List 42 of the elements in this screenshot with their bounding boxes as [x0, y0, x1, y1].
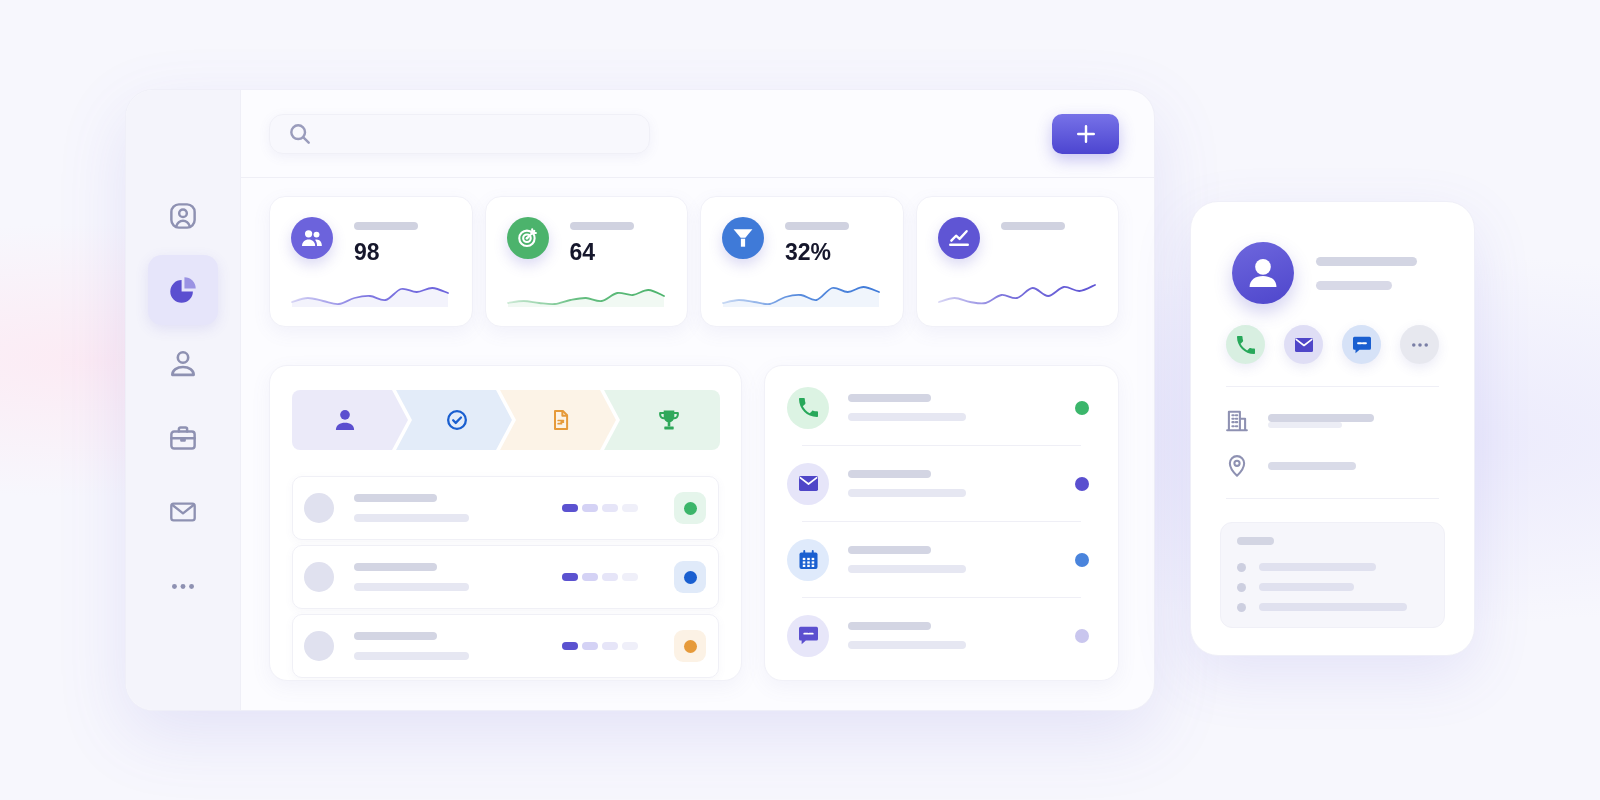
- avatar-icon: [304, 562, 334, 592]
- plus-icon: [1076, 124, 1095, 143]
- building-icon: [1226, 410, 1248, 432]
- map-pin-icon: [1226, 455, 1248, 477]
- deal-row[interactable]: [292, 476, 719, 540]
- deal-row[interactable]: [292, 614, 719, 678]
- pie-chart-icon: [170, 277, 196, 303]
- bullet-icon: [1237, 602, 1246, 612]
- chat-button[interactable]: [1342, 325, 1381, 364]
- sidebar-item[interactable]: [172, 583, 194, 589]
- mail-icon: [170, 499, 196, 525]
- pipeline-stage[interactable]: [396, 390, 512, 450]
- deal-row[interactable]: [292, 545, 719, 609]
- sidebar-item[interactable]: [170, 203, 196, 229]
- chat-icon: [787, 614, 829, 657]
- stat-value: 98: [354, 238, 381, 266]
- avatar-icon: [304, 631, 334, 661]
- search-icon: [290, 123, 310, 144]
- briefcase-icon: [170, 425, 196, 451]
- stat-value: 32%: [785, 238, 833, 266]
- bullet-icon: [1237, 582, 1246, 592]
- avatar-icon: [1232, 242, 1294, 304]
- add-button[interactable]: [1052, 113, 1119, 154]
- more-icon: [172, 583, 194, 589]
- avatar-icon: [304, 493, 334, 523]
- sidebar-item[interactable]: [170, 425, 196, 451]
- call-button[interactable]: [1226, 325, 1265, 364]
- mail-icon: [787, 462, 829, 505]
- calendar-icon: [787, 538, 829, 581]
- stat-value: 64: [569, 238, 597, 266]
- sidebar-item[interactable]: [170, 499, 196, 525]
- sidebar-item[interactable]: [170, 351, 196, 377]
- sidebar-item[interactable]: [148, 255, 218, 325]
- bullet-icon: [1237, 562, 1246, 572]
- user-square-icon: [170, 203, 196, 229]
- pipeline-stage[interactable]: [292, 390, 408, 450]
- more-button[interactable]: [1400, 325, 1439, 364]
- user-icon: [170, 351, 196, 377]
- search-field[interactable]: [269, 113, 650, 154]
- phone-icon: [787, 386, 829, 429]
- email-button[interactable]: [1284, 325, 1323, 364]
- pipeline-stage[interactable]: [604, 390, 720, 450]
